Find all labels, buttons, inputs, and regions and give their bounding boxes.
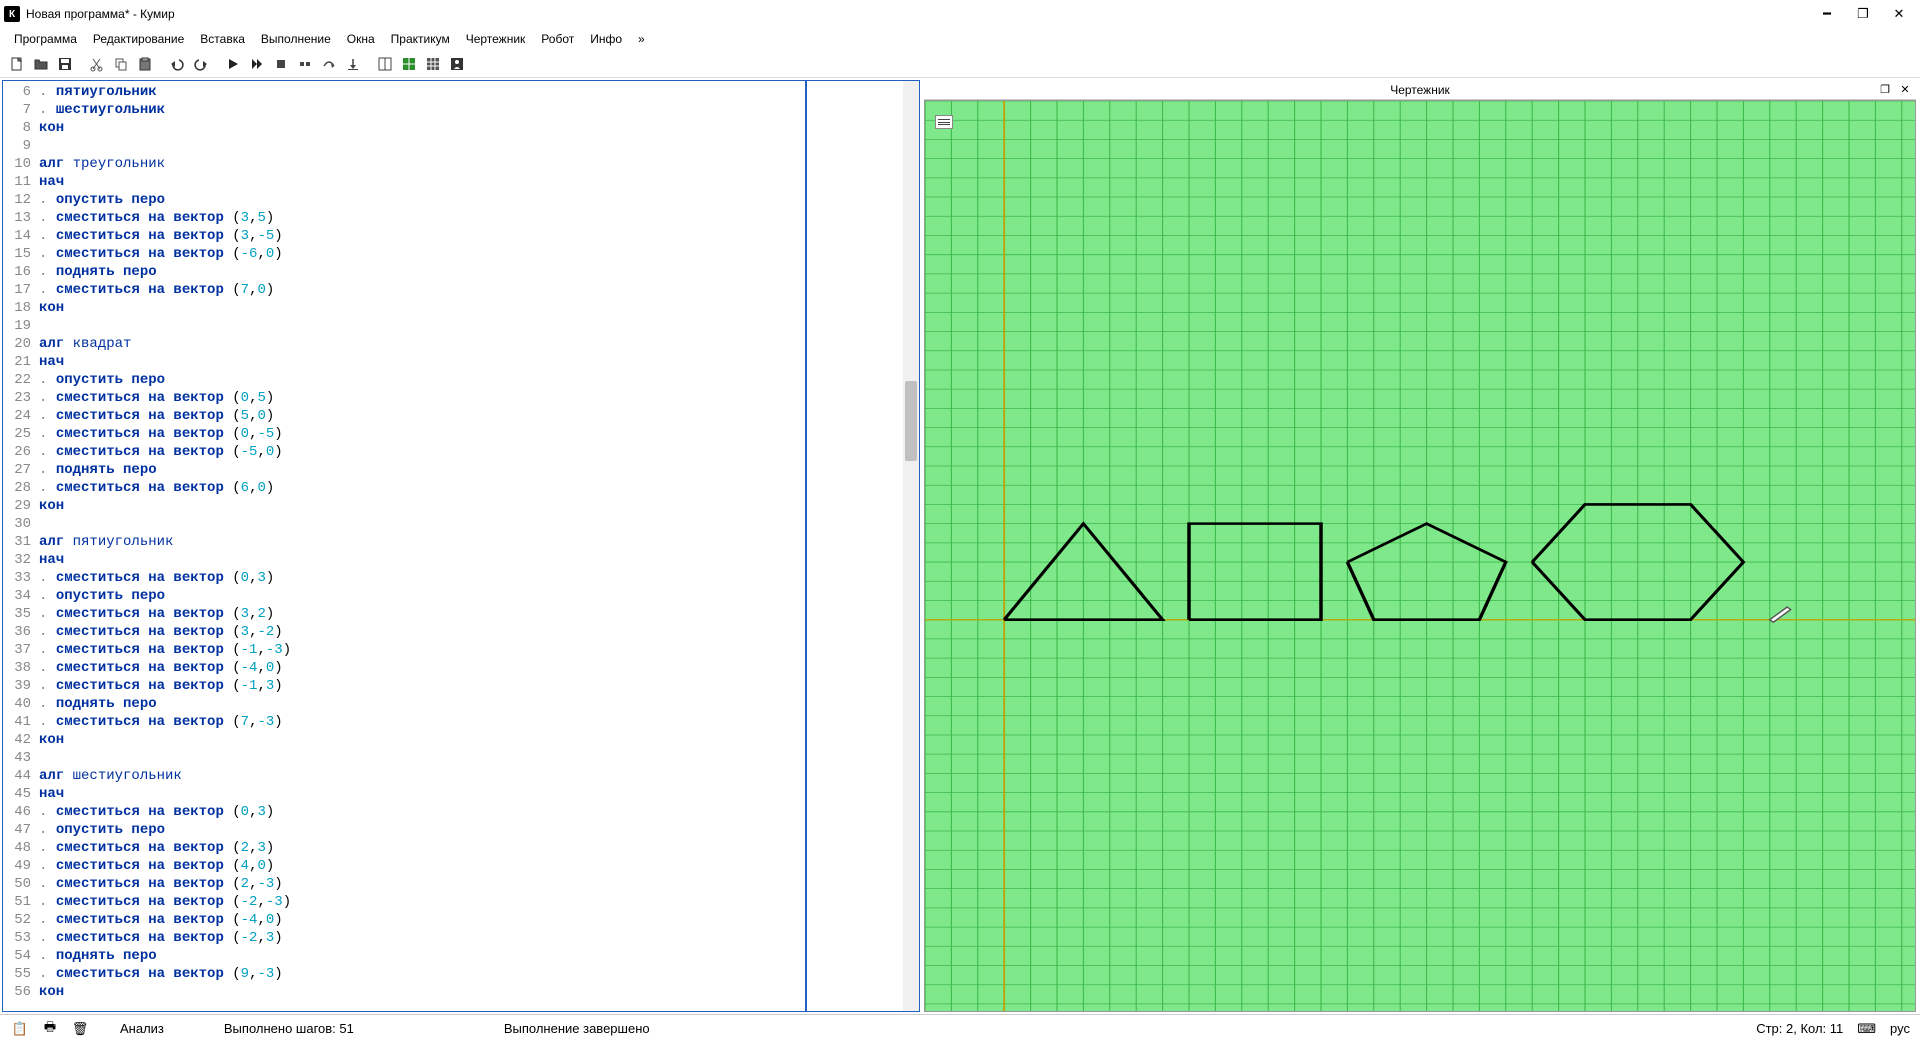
canvas-menu-button[interactable] xyxy=(935,115,953,129)
run-button[interactable] xyxy=(222,53,244,75)
drawer-title: Чертежник xyxy=(1390,83,1450,97)
layout-3-button[interactable] xyxy=(422,53,444,75)
menu-item-4[interactable]: Окна xyxy=(339,30,383,48)
window-title: Новая программа* - Кумир xyxy=(26,7,1818,21)
drawer-close-button[interactable]: ✕ xyxy=(1898,83,1912,97)
copy-button[interactable] xyxy=(110,53,132,75)
actor-button[interactable] xyxy=(446,53,468,75)
menu-item-0[interactable]: Программа xyxy=(6,30,85,48)
run-step-button[interactable] xyxy=(246,53,268,75)
menu-item-9[interactable]: » xyxy=(630,30,653,48)
save-file-button[interactable] xyxy=(54,53,76,75)
undo-button[interactable] xyxy=(166,53,188,75)
code-editor[interactable]: . пятиугольник. шестиугольникконалг треу… xyxy=(39,81,805,1011)
menu-item-8[interactable]: Инфо xyxy=(582,30,630,48)
menu-item-3[interactable]: Выполнение xyxy=(253,30,339,48)
status-icon-1[interactable]: 📋 xyxy=(10,1019,30,1039)
maximize-button[interactable]: ❐ xyxy=(1854,5,1872,23)
paste-button[interactable] xyxy=(134,53,156,75)
menu-item-1[interactable]: Редактирование xyxy=(85,30,192,48)
editor-side-pane xyxy=(805,81,919,1011)
app-icon: К xyxy=(4,6,20,22)
menu-item-5[interactable]: Практикум xyxy=(383,30,458,48)
drawer-panel: Чертежник ❐ ✕ xyxy=(924,80,1916,1012)
status-cursor: Стр: 2, Кол: 11 xyxy=(1756,1021,1843,1036)
status-icon-2[interactable]: 🖶 xyxy=(40,1019,60,1039)
cut-button[interactable] xyxy=(86,53,108,75)
menu-bar: ПрограммаРедактированиеВставкаВыполнение… xyxy=(0,28,1920,50)
menu-item-2[interactable]: Вставка xyxy=(192,30,253,48)
stop-button[interactable] xyxy=(270,53,292,75)
line-gutter: 6789101112131415161718192021222324252627… xyxy=(3,81,39,1011)
step-out-button[interactable] xyxy=(342,53,364,75)
drawer-header: Чертежник ❐ ✕ xyxy=(924,80,1916,100)
step-over-button[interactable] xyxy=(318,53,340,75)
open-file-button[interactable] xyxy=(30,53,52,75)
new-file-button[interactable] xyxy=(6,53,28,75)
menu-item-6[interactable]: Чертежник xyxy=(458,30,534,48)
redo-button[interactable] xyxy=(190,53,212,75)
editor-scrollbar[interactable] xyxy=(903,81,919,1011)
editor-panel: 6789101112131415161718192021222324252627… xyxy=(2,80,920,1012)
status-bar: 📋 🖶 🗑 Анализ Выполнено шагов: 51 Выполне… xyxy=(0,1014,1920,1042)
title-bar: К Новая программа* - Кумир ━ ❐ ✕ xyxy=(0,0,1920,28)
toolbar xyxy=(0,50,1920,78)
close-button[interactable]: ✕ xyxy=(1890,5,1908,23)
step-into-button[interactable] xyxy=(294,53,316,75)
status-lang[interactable]: рус xyxy=(1890,1021,1910,1036)
menu-item-7[interactable]: Робот xyxy=(533,30,582,48)
layout-1-button[interactable] xyxy=(374,53,396,75)
drawer-canvas[interactable] xyxy=(924,100,1916,1012)
minimize-button[interactable]: ━ xyxy=(1818,5,1836,23)
status-analysis: Анализ xyxy=(120,1021,164,1036)
status-steps: Выполнено шагов: 51 xyxy=(224,1021,354,1036)
status-icon-3[interactable]: 🗑 xyxy=(70,1019,90,1039)
layout-2-button[interactable] xyxy=(398,53,420,75)
drawer-popout-button[interactable]: ❐ xyxy=(1878,83,1892,97)
status-done: Выполнение завершено xyxy=(504,1021,650,1036)
status-kbd-icon[interactable]: ⌨ xyxy=(1857,1021,1876,1037)
